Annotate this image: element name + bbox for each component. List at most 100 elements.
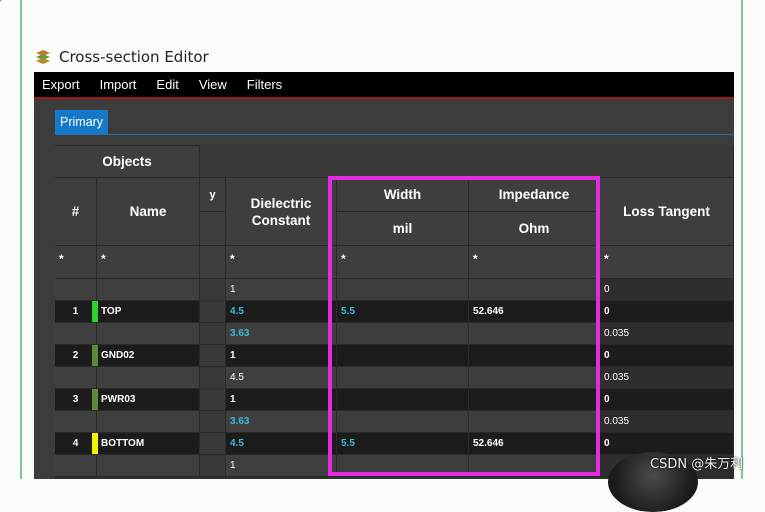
- watermark: CSDN @朱万利: [650, 457, 744, 472]
- cell-num[interactable]: [55, 367, 97, 389]
- col-header-loss-tangent[interactable]: Loss Tangent: [600, 178, 734, 246]
- cell-name[interactable]: [97, 279, 200, 301]
- cell-impedance[interactable]: [469, 367, 600, 389]
- cell-partial[interactable]: [200, 433, 226, 455]
- cell-impedance[interactable]: [469, 411, 600, 433]
- cell-name[interactable]: [97, 455, 200, 477]
- cell-partial[interactable]: [200, 389, 226, 411]
- menu-filters[interactable]: Filters: [237, 72, 292, 97]
- cell-loss[interactable]: 0: [600, 279, 734, 301]
- layer-color-swatch: [92, 433, 98, 454]
- cell-partial[interactable]: [200, 411, 226, 433]
- cell-partial[interactable]: [200, 301, 226, 323]
- col-header-dielectric[interactable]: Dielectric Constant: [226, 178, 337, 246]
- editor-title-bar: Cross-section Editor: [34, 46, 209, 68]
- cell-dielectric[interactable]: 1: [226, 279, 337, 301]
- cell-num[interactable]: [55, 323, 97, 345]
- cell-loss[interactable]: 0: [600, 433, 734, 455]
- menu-bar: Export Import Edit View Filters: [34, 72, 734, 99]
- cell-loss[interactable]: 0: [600, 345, 734, 367]
- cell-loss[interactable]: 0: [600, 301, 734, 323]
- cell-partial[interactable]: [200, 279, 226, 301]
- col-header-num[interactable]: #: [55, 178, 97, 246]
- layer-table: Objects # Name y Dielectric Constant Wid…: [55, 145, 734, 479]
- cell-name[interactable]: BOTTOM: [97, 433, 200, 455]
- cell-width[interactable]: 5.5: [337, 301, 469, 323]
- cell-width[interactable]: 5.5: [337, 433, 469, 455]
- cell-impedance[interactable]: 52.646: [469, 433, 600, 455]
- col-header-width-unit: mil: [337, 212, 469, 246]
- cross-section-editor: Export Import Edit View Filters Primary …: [34, 72, 734, 479]
- cell-width[interactable]: [337, 279, 469, 301]
- col-header-partial[interactable]: y: [200, 178, 226, 212]
- cell-name[interactable]: GND02: [97, 345, 200, 367]
- cell-num[interactable]: 1: [55, 301, 97, 323]
- cell-width[interactable]: [337, 367, 469, 389]
- decor-line-left: [0, 0, 22, 479]
- cell-dielectric[interactable]: 3.63: [226, 411, 337, 433]
- cell-dielectric[interactable]: 3.63: [226, 323, 337, 345]
- col-header-impedance[interactable]: Impedance: [469, 178, 600, 212]
- cell-name[interactable]: TOP: [97, 301, 200, 323]
- editor-title: Cross-section Editor: [59, 48, 209, 66]
- cell-impedance[interactable]: [469, 455, 600, 477]
- tab-primary[interactable]: Primary: [55, 110, 109, 134]
- cell-loss[interactable]: 0.035: [600, 367, 734, 389]
- cell-loss[interactable]: 0.035: [600, 323, 734, 345]
- cell-loss[interactable]: 0: [600, 389, 734, 411]
- cell-num[interactable]: [55, 279, 97, 301]
- cell-impedance[interactable]: 52.646: [469, 301, 600, 323]
- filter-num[interactable]: *: [55, 246, 97, 279]
- cell-dielectric[interactable]: 4.5: [226, 433, 337, 455]
- menu-edit[interactable]: Edit: [146, 72, 188, 97]
- col-header-width[interactable]: Width: [337, 178, 469, 212]
- cell-name[interactable]: PWR03: [97, 389, 200, 411]
- cell-width[interactable]: [337, 323, 469, 345]
- tab-strip-divider: [55, 134, 734, 135]
- layer-color-swatch: [92, 345, 98, 366]
- menu-view[interactable]: View: [189, 72, 237, 97]
- cell-num[interactable]: 4: [55, 433, 97, 455]
- cell-width[interactable]: [337, 455, 469, 477]
- cell-num[interactable]: 2: [55, 345, 97, 367]
- cell-width[interactable]: [337, 411, 469, 433]
- cell-num[interactable]: [55, 411, 97, 433]
- layer-color-swatch: [92, 301, 98, 322]
- cell-partial[interactable]: [200, 455, 226, 477]
- filter-dielectric[interactable]: *: [226, 246, 337, 279]
- col-header-impedance-unit: Ohm: [469, 212, 600, 246]
- header-spacer: [200, 145, 734, 178]
- cell-dielectric[interactable]: 4.5: [226, 367, 337, 389]
- cell-num[interactable]: 3: [55, 389, 97, 411]
- cell-loss[interactable]: 0.035: [600, 411, 734, 433]
- cell-impedance[interactable]: [469, 279, 600, 301]
- filter-loss[interactable]: *: [600, 246, 734, 279]
- cell-partial[interactable]: [200, 367, 226, 389]
- cell-dielectric[interactable]: 1: [226, 455, 337, 477]
- cell-name[interactable]: [97, 367, 200, 389]
- filter-name[interactable]: *: [97, 246, 200, 279]
- layer-color-swatch: [92, 389, 98, 410]
- cell-name[interactable]: [97, 323, 200, 345]
- layers-stack-icon: [34, 49, 52, 65]
- cell-partial[interactable]: [200, 323, 226, 345]
- cell-width[interactable]: [337, 389, 469, 411]
- cell-partial[interactable]: [200, 345, 226, 367]
- col-header-partial-unit: [200, 212, 226, 246]
- filter-width[interactable]: *: [337, 246, 469, 279]
- cell-num[interactable]: [55, 455, 97, 477]
- filter-impedance[interactable]: *: [469, 246, 600, 279]
- cell-impedance[interactable]: [469, 345, 600, 367]
- cell-impedance[interactable]: [469, 389, 600, 411]
- cell-dielectric[interactable]: 1: [226, 345, 337, 367]
- cell-dielectric[interactable]: 1: [226, 389, 337, 411]
- cell-width[interactable]: [337, 345, 469, 367]
- cell-impedance[interactable]: [469, 323, 600, 345]
- menu-import[interactable]: Import: [90, 72, 147, 97]
- filter-partial[interactable]: [200, 246, 226, 279]
- cell-dielectric[interactable]: 4.5: [226, 301, 337, 323]
- cell-name[interactable]: [97, 411, 200, 433]
- objects-group-header: Objects: [55, 145, 200, 178]
- col-header-name[interactable]: Name: [97, 178, 200, 246]
- menu-export[interactable]: Export: [34, 72, 90, 97]
